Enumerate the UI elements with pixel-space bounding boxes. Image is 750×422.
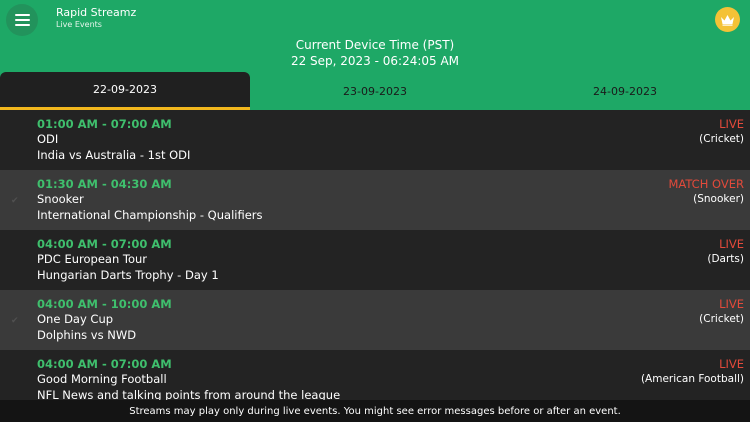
- event-time: 01:00 AM - 07:00 AM: [37, 117, 172, 131]
- event-title: Dolphins vs NWD: [37, 328, 137, 342]
- footer-notice: Streams may play only during live events…: [0, 400, 750, 422]
- event-time: 04:00 AM - 07:00 AM: [37, 357, 172, 371]
- device-time-value: 22 Sep, 2023 - 06:24:05 AM: [290, 54, 460, 68]
- date-tabs: 22-09-2023 23-09-2023 24-09-2023: [0, 72, 750, 110]
- event-row[interactable]: ✔ 01:30 AM - 04:30 AM Snooker Internatio…: [0, 170, 750, 230]
- event-sport: (Snooker): [693, 193, 744, 205]
- event-row[interactable]: ✔ 04:00 AM - 10:00 AM One Day Cup Dolphi…: [0, 290, 750, 350]
- app-header: Rapid Streamz Live Events Current Device…: [0, 0, 750, 110]
- menu-button[interactable]: [6, 4, 38, 36]
- event-status: LIVE: [719, 117, 744, 131]
- crown-icon: [721, 14, 734, 26]
- event-title: International Championship - Qualifiers: [37, 208, 263, 222]
- event-category: Good Morning Football: [37, 372, 167, 386]
- event-category: Snooker: [37, 192, 84, 206]
- event-time: 01:30 AM - 04:30 AM: [37, 177, 172, 191]
- check-icon: ✔: [11, 196, 19, 206]
- event-sport: (Cricket): [699, 313, 744, 325]
- app-title: Rapid Streamz: [56, 6, 137, 19]
- event-time: 04:00 AM - 10:00 AM: [37, 297, 172, 311]
- event-title: India vs Australia - 1st ODI: [37, 148, 191, 162]
- event-title: NFL News and talking points from around …: [37, 388, 341, 400]
- event-status: LIVE: [719, 297, 744, 311]
- event-sport: (Darts): [707, 253, 744, 265]
- event-category: One Day Cup: [37, 312, 114, 326]
- event-category: ODI: [37, 132, 59, 146]
- event-status: LIVE: [719, 237, 744, 251]
- event-status: MATCH OVER: [668, 177, 744, 191]
- event-row[interactable]: 04:00 AM - 07:00 AM Good Morning Footbal…: [0, 350, 750, 400]
- app-subtitle: Live Events: [56, 20, 102, 29]
- event-sport: (Cricket): [699, 133, 744, 145]
- hamburger-icon: [14, 14, 30, 16]
- event-status: LIVE: [719, 357, 744, 371]
- event-title: Hungarian Darts Trophy - Day 1: [37, 268, 219, 282]
- events-list: 01:00 AM - 07:00 AM ODI India vs Austral…: [0, 110, 750, 400]
- event-row[interactable]: 01:00 AM - 07:00 AM ODI India vs Austral…: [0, 110, 750, 170]
- tab-date-3[interactable]: 24-09-2023: [500, 72, 750, 110]
- event-sport: (American Football): [640, 373, 744, 385]
- premium-button[interactable]: [715, 7, 740, 32]
- tab-date-1[interactable]: 22-09-2023: [0, 72, 250, 110]
- check-icon: ✔: [11, 316, 19, 326]
- device-time-label: Current Device Time (PST): [295, 38, 455, 52]
- tab-date-2[interactable]: 23-09-2023: [250, 72, 500, 110]
- event-time: 04:00 AM - 07:00 AM: [37, 237, 172, 251]
- event-category: PDC European Tour: [37, 252, 148, 266]
- event-row[interactable]: 04:00 AM - 07:00 AM PDC European Tour Hu…: [0, 230, 750, 290]
